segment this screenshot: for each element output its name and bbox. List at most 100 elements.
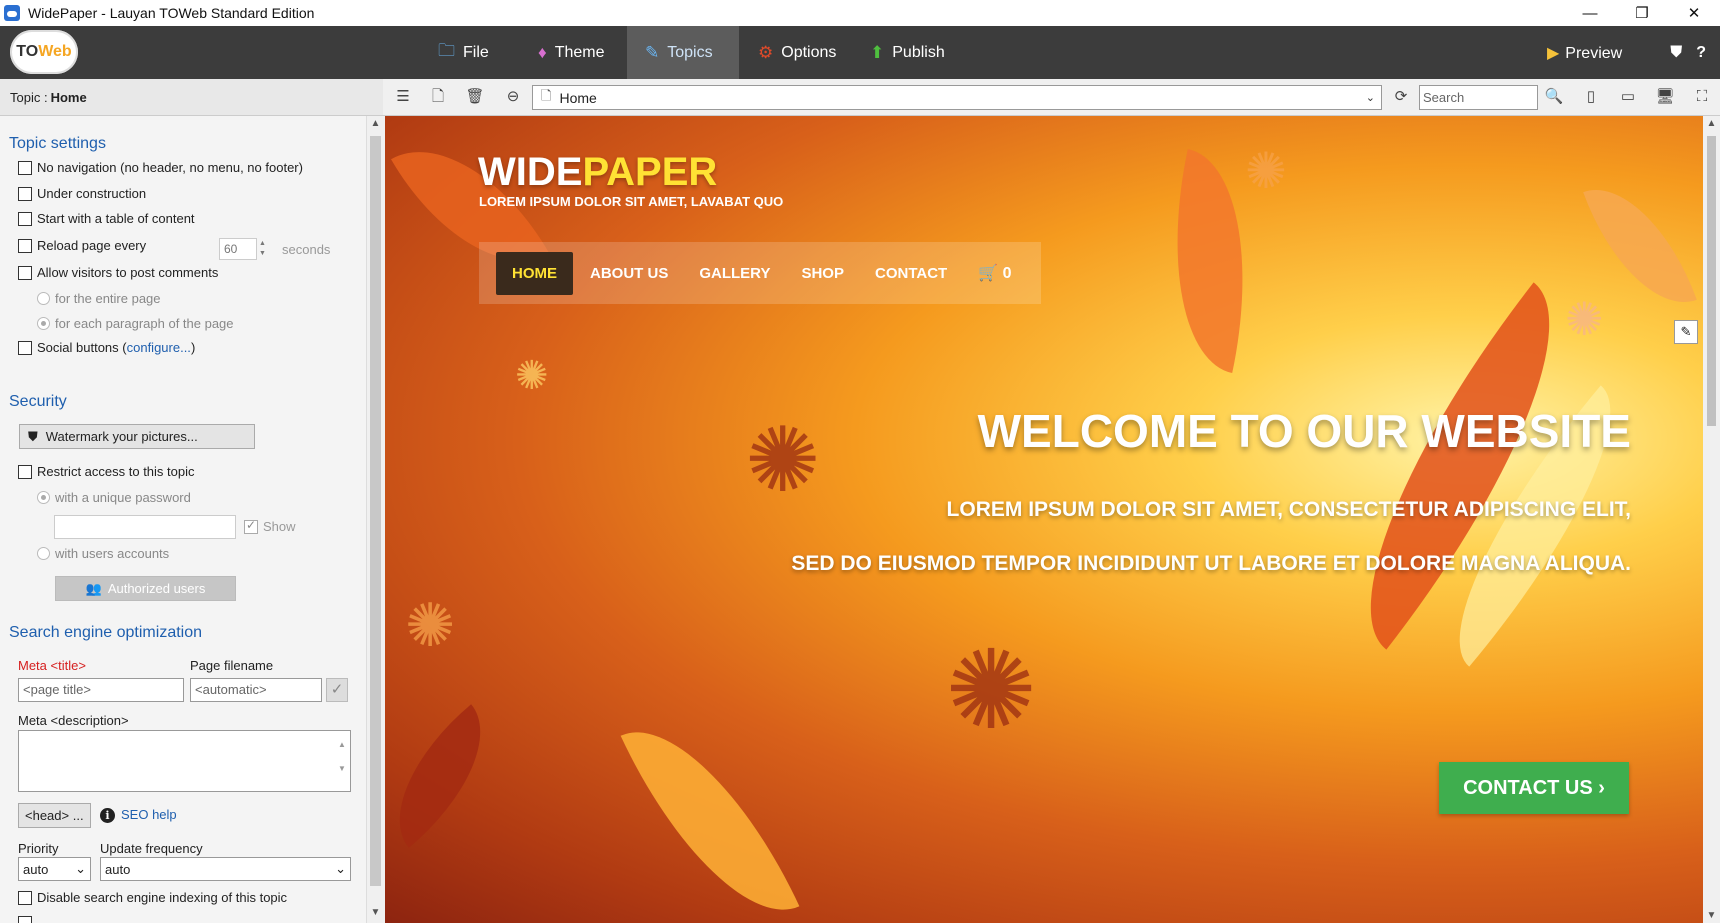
- social-buttons-checkbox[interactable]: Social buttons (configure...): [18, 340, 195, 355]
- checkbox-box[interactable]: [18, 916, 32, 923]
- window-title: WidePaper - Lauyan TOWeb Standard Editio…: [28, 5, 315, 21]
- meta-title-input[interactable]: <page title>: [18, 678, 184, 702]
- search-icon[interactable]: 🔍: [1544, 87, 1564, 107]
- menu-theme[interactable]: ♦ Theme: [520, 26, 622, 79]
- hero-line-1: LOREM IPSUM DOLOR SIT AMET, CONSECTETUR …: [946, 498, 1631, 521]
- allow-comments-checkbox[interactable]: Allow visitors to post comments: [18, 265, 218, 280]
- menu-file[interactable]: 🗀 File: [420, 26, 507, 79]
- scroll-up-arrow[interactable]: ▲: [1706, 118, 1717, 129]
- preview-scrollbar[interactable]: ▲ ▼: [1703, 116, 1720, 923]
- chevron-down-icon[interactable]: ⌄: [1366, 91, 1375, 104]
- checkbox-box[interactable]: [18, 186, 32, 201]
- cart-button[interactable]: 🛒 0: [978, 263, 1011, 283]
- under-construction-checkbox[interactable]: Under construction: [18, 186, 146, 201]
- checkbox-box[interactable]: [18, 238, 32, 253]
- toweb-logo[interactable]: TO Web: [10, 30, 78, 74]
- refresh-icon[interactable]: ⟳: [1391, 87, 1411, 107]
- head-button[interactable]: <head> ...: [18, 803, 91, 828]
- checkbox-box[interactable]: [18, 265, 32, 280]
- fullscreen-icon[interactable]: ⛶: [1692, 87, 1712, 107]
- scroll-thumb[interactable]: [1707, 136, 1716, 426]
- unique-password-radio[interactable]: with a unique password: [37, 490, 191, 505]
- site-nav-home[interactable]: HOME: [496, 251, 573, 295]
- scroll-down-arrow[interactable]: ▼: [1706, 910, 1717, 921]
- new-page-icon[interactable]: 🗋: [428, 87, 448, 107]
- update-frequency-select[interactable]: auto ⌄: [100, 857, 351, 881]
- checkbox-box[interactable]: [18, 340, 32, 355]
- site-nav-shop[interactable]: SHOP: [801, 265, 844, 282]
- checkbox-box[interactable]: [18, 464, 32, 479]
- minimize-button[interactable]: —: [1564, 0, 1616, 26]
- menu-publish[interactable]: ⬆ Publish: [852, 26, 963, 79]
- restrict-access-checkbox[interactable]: Restrict access to this topic: [18, 464, 195, 479]
- shield-icon[interactable]: ⛊: [1670, 44, 1682, 62]
- site-tagline: LOREM IPSUM DOLOR SIT AMET, LAVABAT QUO: [479, 194, 784, 209]
- logo-text-web: Web: [38, 43, 72, 60]
- restore-button[interactable]: ❐: [1616, 0, 1668, 26]
- security-title: Security: [9, 393, 67, 410]
- search-input[interactable]: Search: [1419, 85, 1538, 110]
- configure-link[interactable]: configure...: [127, 340, 191, 355]
- checkbox-box[interactable]: [18, 211, 32, 226]
- back-arrow-icon[interactable]: ⊖: [503, 87, 523, 107]
- seo-help-link[interactable]: i SEO help: [100, 807, 177, 823]
- settings-scrollbar[interactable]: ▲ ▼: [366, 116, 383, 923]
- meta-description-textarea[interactable]: ▲ ▼: [18, 730, 351, 792]
- tablet-view-icon[interactable]: ▭: [1618, 87, 1638, 107]
- menu-topics[interactable]: ✎ Topics: [627, 26, 739, 79]
- comments-each-paragraph-radio[interactable]: for each paragraph of the page: [37, 316, 234, 331]
- authorized-users-button[interactable]: 👥 Authorized users: [55, 576, 236, 601]
- reload-page-checkbox[interactable]: Reload page every: [18, 238, 146, 253]
- radio-dot[interactable]: [37, 292, 50, 305]
- disable-indexing-checkbox[interactable]: Disable search engine indexing of this t…: [18, 890, 287, 905]
- watermark-button[interactable]: ⛊ Watermark your pictures...: [19, 424, 255, 449]
- preview-button[interactable]: ▶ Preview: [1547, 43, 1636, 63]
- scroll-up-arrow[interactable]: ▲: [370, 118, 381, 132]
- menu-options[interactable]: ⚙ Options: [740, 26, 854, 79]
- address-bar[interactable]: 🗋 Home ⌄: [532, 85, 1382, 110]
- table-of-content-checkbox[interactable]: Start with a table of content: [18, 211, 195, 226]
- pencil-icon: ✎: [645, 42, 660, 62]
- scroll-thumb[interactable]: [370, 136, 381, 886]
- radio-dot[interactable]: [37, 491, 50, 504]
- site-nav-gallery[interactable]: GALLERY: [699, 265, 770, 282]
- topic-name: Home: [50, 89, 87, 105]
- show-label: Show: [263, 519, 296, 534]
- site-nav-contact[interactable]: CONTACT: [875, 265, 947, 282]
- contact-us-button[interactable]: CONTACT US ›: [1439, 762, 1629, 814]
- show-password-checkbox[interactable]: Show: [244, 518, 296, 534]
- page-filename-label: Page filename: [190, 658, 274, 673]
- radio-dot[interactable]: [37, 547, 50, 560]
- edit-pencil-icon[interactable]: ✎: [1674, 320, 1698, 344]
- users-accounts-radio[interactable]: with users accounts: [37, 546, 169, 561]
- desktop-view-icon[interactable]: 🖥: [1655, 87, 1675, 107]
- partial-checkbox[interactable]: [18, 916, 37, 923]
- priority-select[interactable]: auto ⌄: [18, 857, 91, 881]
- checkbox-box[interactable]: [244, 518, 258, 534]
- checkbox-box[interactable]: [18, 160, 32, 175]
- menubar-right: ▶ Preview ⛊ ?: [1547, 26, 1720, 79]
- site-brand[interactable]: WIDEPAPER: [478, 150, 717, 195]
- close-button[interactable]: ✕: [1668, 0, 1720, 26]
- confirm-filename-button[interactable]: ✓: [326, 678, 348, 702]
- reload-seconds-input[interactable]: 60: [219, 238, 257, 260]
- password-input[interactable]: [54, 515, 236, 539]
- menu-file-label: File: [463, 43, 489, 61]
- no-navigation-checkbox[interactable]: No navigation (no header, no menu, no fo…: [18, 160, 303, 175]
- phone-view-icon[interactable]: ▯: [1581, 87, 1601, 107]
- trash-icon[interactable]: 🗑: [465, 87, 485, 107]
- checkbox-box[interactable]: [18, 890, 32, 905]
- reload-spinner[interactable]: ▲ ▼: [259, 239, 271, 261]
- seo-help-label: SEO help: [121, 807, 177, 822]
- comments-entire-page-radio[interactable]: for the entire page: [37, 291, 161, 306]
- scroll-down-arrow[interactable]: ▼: [370, 907, 381, 921]
- topic-settings-panel: Topic settings No navigation (no header,…: [0, 116, 366, 923]
- users-accounts-label: with users accounts: [55, 546, 170, 561]
- site-nav-about[interactable]: ABOUT US: [590, 265, 668, 282]
- radio-dot[interactable]: [37, 317, 50, 330]
- textarea-scrollbar[interactable]: ▲ ▼: [336, 733, 348, 789]
- page-filename-input[interactable]: <automatic>: [190, 678, 322, 702]
- page-list-icon[interactable]: ☰: [393, 87, 413, 107]
- website-preview[interactable]: ✺ ✺ ✺ ✺ ✺ ✺ WIDEPAPER LOREM IPSUM DOLOR …: [385, 116, 1703, 923]
- help-button[interactable]: ?: [1696, 44, 1706, 62]
